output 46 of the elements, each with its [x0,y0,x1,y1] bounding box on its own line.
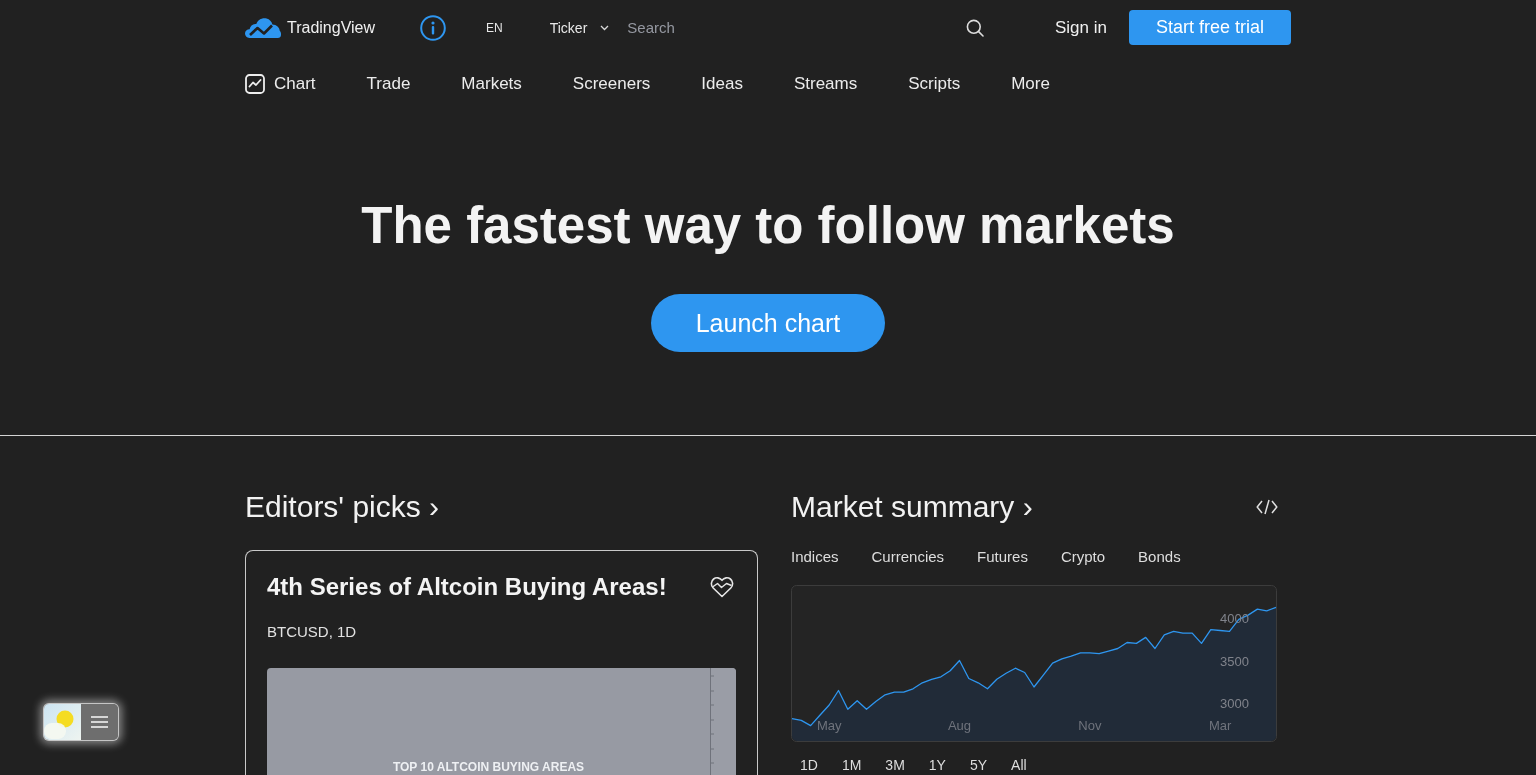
x-axis-label: Mar [1208,718,1232,733]
range-button[interactable]: 5Y [960,756,997,774]
nav-link[interactable]: Screeners [572,73,651,95]
chevron-down-icon [600,24,610,31]
x-axis-label: Nov [1078,718,1102,733]
section-title-link[interactable]: Market summary › [791,489,1033,525]
nav-link[interactable]: Streams [793,73,858,95]
symbol-label: BTCUSD, 1D [267,623,357,641]
idea-card[interactable]: 4th Series of Altcoin Buying Areas! BTCUSD, 1D TOP 10 ALTCOIN BUYING AREAS [245,550,758,775]
logo-link[interactable]: TradingView [245,17,376,38]
market-tab[interactable]: Indices [791,547,839,567]
x-axis-label: May [816,718,842,733]
line-chart-icon [245,74,265,94]
x-axis-label: Aug [947,718,972,733]
search-icon[interactable] [966,18,985,37]
search-field[interactable]: Search [625,15,961,40]
info-icon[interactable] [420,14,447,41]
nav-link[interactable]: Scripts [908,73,961,95]
market-tab[interactable]: Crypto [1060,547,1106,567]
range-button[interactable]: 1D [791,756,827,774]
market-tab[interactable]: Futures [977,547,1028,567]
cloud-chart-icon [245,17,281,38]
nav-link[interactable]: Trade [366,73,411,95]
menu-button[interactable] [81,704,118,740]
range-button[interactable]: All [1002,756,1036,774]
nav-link[interactable]: Ideas [701,73,743,95]
language-button[interactable]: EN [486,19,503,36]
idea-title: 4th Series of Altcoin Buying Areas! [267,572,667,602]
market-tab[interactable]: Currencies [871,547,945,567]
nav-link[interactable]: Markets [461,73,522,95]
y-axis-label: 3000 [1220,696,1249,712]
hero-title: The fastest way to follow markets [361,198,1175,254]
range-button[interactable]: 3M [876,756,914,774]
nav-link[interactable]: More [1011,73,1050,95]
range-button[interactable]: 1M [832,756,871,774]
y-axis-label: 3500 [1220,653,1249,669]
nav-link[interactable]: Chart [245,73,316,95]
code-icon[interactable] [1256,499,1278,515]
menu-icon [91,716,108,728]
ticker-dropdown[interactable]: Ticker [549,18,610,37]
section-title-link[interactable]: Editors' picks › [245,489,440,525]
heart-chart-icon[interactable] [710,576,734,598]
sign-in-link[interactable]: Sign in [1054,16,1107,39]
market-tab[interactable]: Bonds [1138,547,1181,567]
snapshot-caption: TOP 10 ALTCOIN BUYING AREAS [392,760,585,774]
range-button[interactable]: 1Y [919,756,955,774]
